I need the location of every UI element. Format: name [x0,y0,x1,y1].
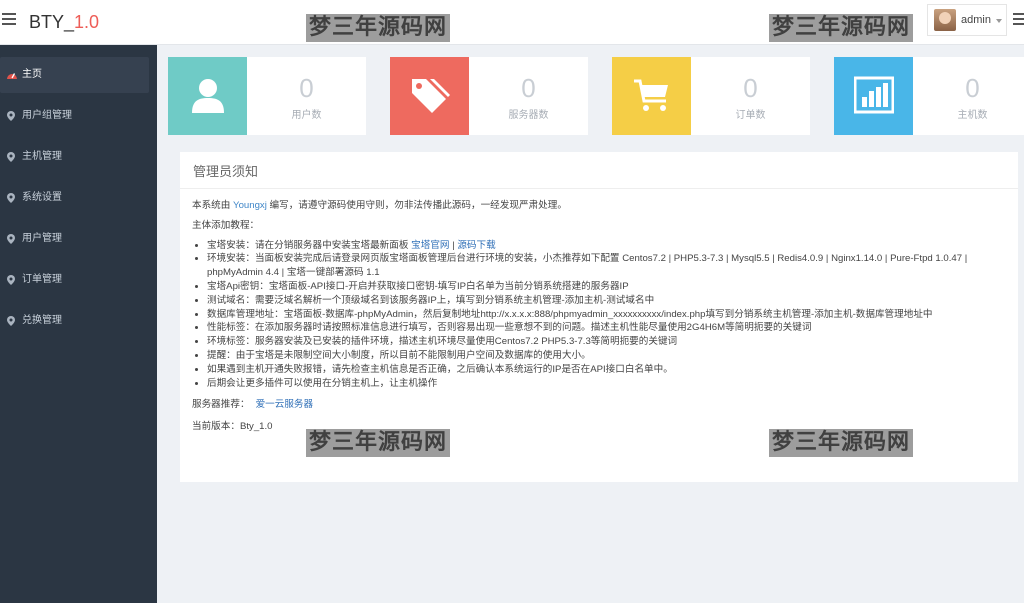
author-name: Youngxj [233,200,267,211]
panel-title: 管理员须知 [193,164,259,179]
menu-toggle-icon[interactable] [2,13,16,27]
list-item: 宝塔Api密钥：宝塔面板-API接口-开启并获取接口密钥-填写IP白名单为当前分… [207,280,1007,294]
map-pin-icon [7,139,17,175]
tutorial-list: 宝塔安装：请在分销服务器中安装宝塔最新面板 宝塔官网 | 源码下载 环境安装：当… [192,239,1007,391]
bar-chart-icon [834,57,913,135]
sidebar-item-label: 用户管理 [22,233,62,244]
stat-card-hosts[interactable]: 0 主机数 [834,57,1024,135]
tags-icon [390,57,469,135]
sidebar-item-label: 系统设置 [22,192,62,203]
list-item: 宝塔安装：请在分销服务器中安装宝塔最新面板 宝塔官网 | 源码下载 [207,239,1007,253]
brand-logo[interactable]: BTY_1.0 [29,12,99,33]
sidebar-item-label: 用户组管理 [22,110,72,121]
watermark-top-right: 梦三年源码网 [769,14,914,42]
list-item-text: 宝塔安装：请在分销服务器中安装宝塔最新面板 [207,239,412,251]
quick-sidebar-toggle-icon[interactable] [1013,13,1024,27]
server-recommend: 服务器推荐： 爱一云服务器 [192,398,1007,412]
sidebar-item-orders[interactable]: 订单管理 [0,262,157,298]
stat-label: 订单数 [735,110,766,121]
stat-label: 主机数 [957,110,988,121]
sidebar-item-label: 订单管理 [22,274,62,285]
list-item: 环境标签：服务器安装及已安装的插件环境，描述主机环境尽量使用Centos7.2 … [207,335,1007,349]
stat-card-users[interactable]: 0 用户数 [168,57,366,135]
bt-official-link[interactable]: 宝塔官网 [411,240,449,251]
sidebar-item-redeem[interactable]: 兑换管理 [0,303,157,339]
sidebar-item-label: 主页 [22,69,42,80]
list-item: 测试域名：需要泛域名解析一个顶级域名到该服务器IP上，填写到分销系统主机管理-添… [207,294,1007,308]
sidebar-item-settings[interactable]: 系统设置 [0,180,157,216]
list-item: 如果遇到主机开通失败报错，请先检查主机信息是否正确，之后确认本系统运行的IP是否… [207,363,1007,377]
brand-version: 1.0 [74,12,100,32]
sidebar: 主页 用户组管理 主机管理 系统设置 用户管理 订单管理 兑换管理 [0,45,157,603]
map-pin-icon [7,262,17,298]
stat-value: 0 [521,73,536,103]
watermark-top-left: 梦三年源码网 [306,14,451,42]
watermark-bottom-right: 梦三年源码网 [769,429,914,457]
stat-value: 0 [299,73,314,103]
sidebar-item-label: 兑换管理 [22,315,62,326]
intro-prefix: 本系统由 [192,200,234,211]
list-item: 提醒：由于宝塔是未限制空间大小制度，所以目前不能限制用户空间及数据库的使用大小。 [207,349,1007,363]
list-item: 后期会让更多插件可以使用在分销主机上，让主机操作 [207,377,1007,391]
recommend-label: 服务器推荐： [192,399,250,411]
stat-card-servers[interactable]: 0 服务器数 [390,57,588,135]
cart-icon [612,57,691,135]
stat-label: 用户数 [291,110,322,121]
stat-card-orders[interactable]: 0 订单数 [612,57,810,135]
version-value: Bty_1.0 [239,421,273,433]
brand-name: BTY_ [29,12,75,32]
stat-label: 服务器数 [508,110,549,121]
user-name: admin [961,14,991,26]
dashboard-icon [7,57,17,93]
sidebar-item-label: 主机管理 [22,151,62,162]
map-pin-icon [7,98,17,134]
list-item: 性能标签：在添加服务器时请按照标准信息进行填写，否则容易出现一些意想不到的问题。… [207,321,1007,335]
chevron-down-icon [996,19,1002,23]
tutorial-heading: 主体添加教程： [192,219,260,231]
version-label: 当前版本： [192,421,240,433]
map-pin-icon [7,221,17,257]
list-item: 数据库管理地址：宝塔面板-数据库-phpMyAdmin，然后复制地址http:/… [207,308,1007,322]
user-dropdown[interactable]: admin [927,4,1007,36]
divider [180,188,1018,189]
sidebar-item-hosts[interactable]: 主机管理 [0,139,157,175]
sidebar-item-home[interactable]: 主页 [0,57,149,93]
stat-value: 0 [965,73,980,103]
avatar [934,9,956,31]
panel-body: 本系统由 Youngxj 编写，请遵守源码使用守则，勿非法传播此源码，一经发现严… [192,199,1007,440]
intro-suffix: 编写，请遵守源码使用守则，勿非法传播此源码，一经发现严肃处理。 [266,200,567,211]
intro-text: 本系统由 Youngxj 编写，请遵守源码使用守则，勿非法传播此源码，一经发现严… [192,199,1007,213]
sidebar-item-users[interactable]: 用户管理 [0,221,157,257]
user-icon [168,57,247,135]
watermark-bottom-left: 梦三年源码网 [306,429,451,457]
stat-value: 0 [743,73,758,103]
source-download-link[interactable]: 源码下载 [457,240,495,251]
recommend-link[interactable]: 爱一云服务器 [256,399,314,410]
list-item: 环境安装：当面板安装完成后请登录网页版宝塔面板管理后台进行环境的安装，小杰推荐如… [207,252,1007,280]
map-pin-icon [7,303,17,339]
map-pin-icon [7,180,17,216]
sidebar-item-user-groups[interactable]: 用户组管理 [0,98,157,134]
